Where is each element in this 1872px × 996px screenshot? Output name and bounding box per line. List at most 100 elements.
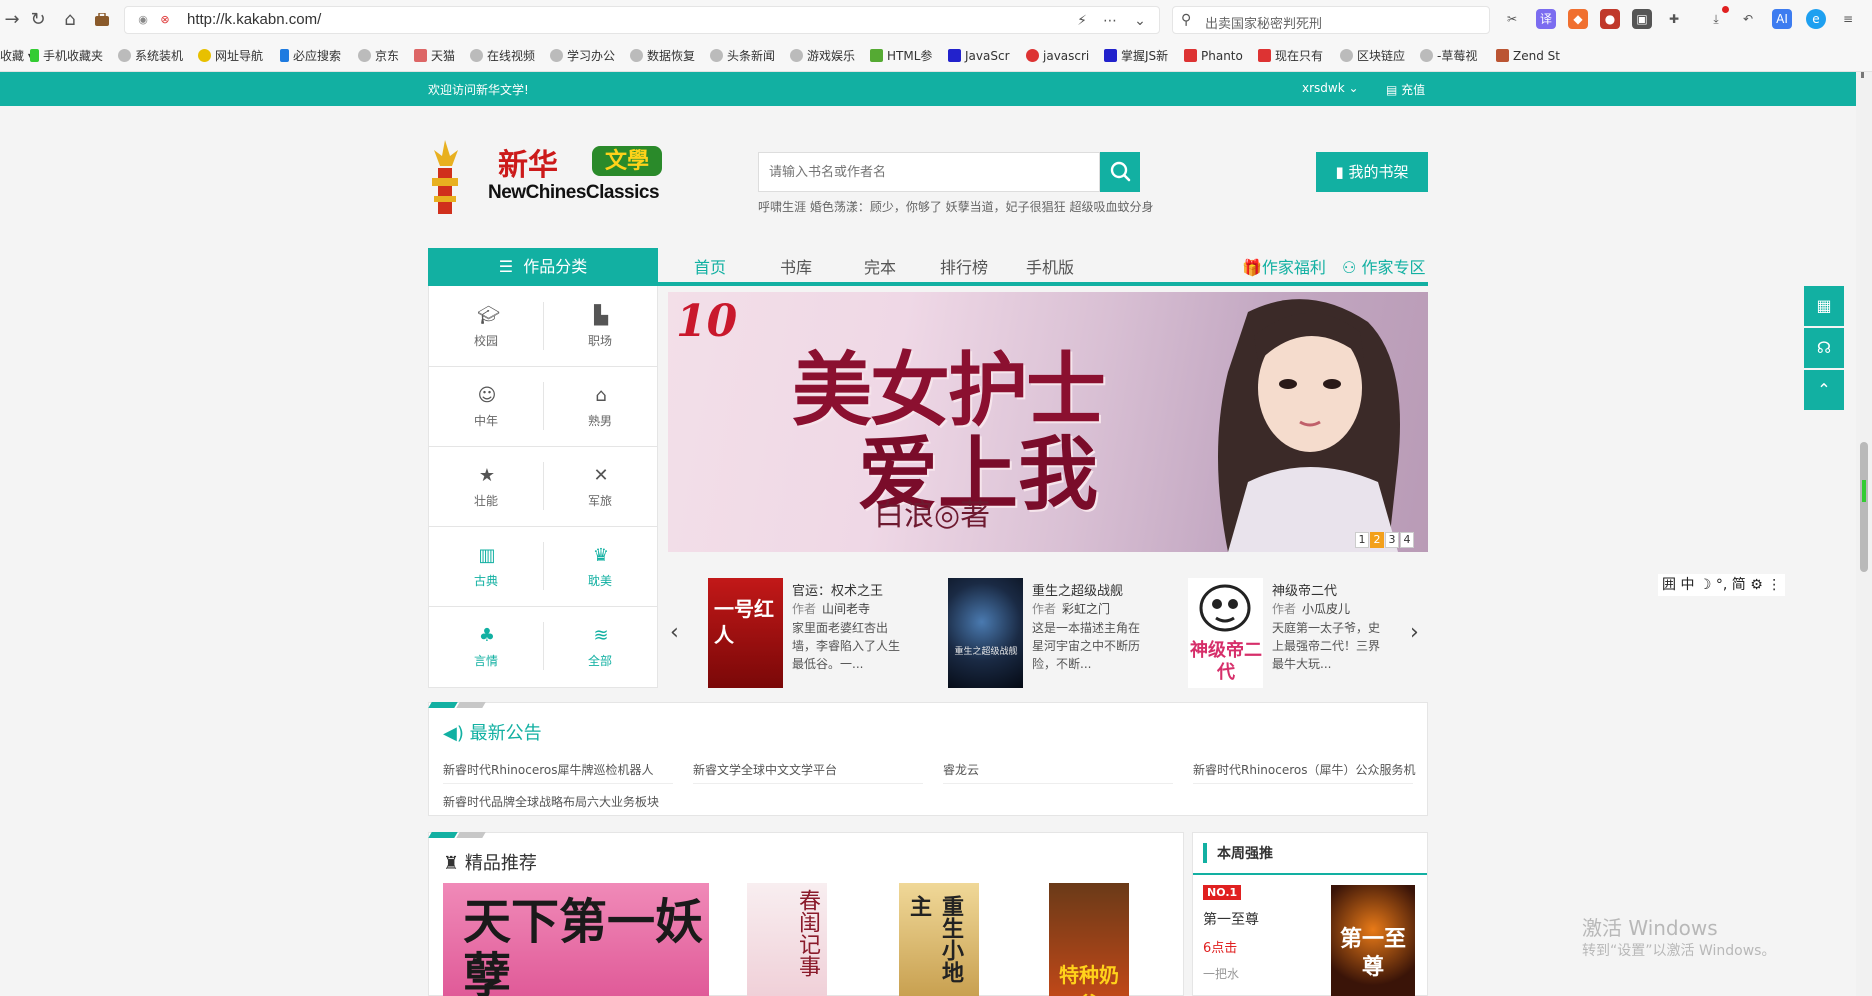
bookmark-item[interactable]: javascri: [1026, 47, 1089, 65]
hot-search-words[interactable]: 呼啸生涯 婚色荡漾：顾少，你够了 妖孽当道，妃子很猖狂 超级吸血蚊分身: [758, 198, 1153, 215]
scroll-thumb[interactable]: [1860, 442, 1868, 572]
url-text[interactable]: http://k.kakabn.com/: [187, 11, 321, 28]
category-bl[interactable]: ♛ 耽美: [543, 526, 657, 606]
browser-search-text[interactable]: 出卖国家秘密判死刑: [1205, 13, 1322, 32]
notice-link[interactable]: 新睿时代Rhinoceros（犀牛）公众服务机: [1193, 761, 1415, 778]
book-cover[interactable]: 神级帝二代: [1188, 578, 1263, 688]
my-bookshelf-button[interactable]: ▮ 我的书架: [1316, 152, 1428, 192]
puzzle-icon[interactable]: ✚: [1664, 9, 1684, 29]
pocket-icon[interactable]: ▣: [1632, 9, 1652, 29]
book-cover-large[interactable]: 天下第一妖孽: [443, 883, 709, 996]
nav-library[interactable]: 书库: [780, 254, 812, 278]
category-header[interactable]: ☰ 作品分类: [428, 248, 658, 286]
featured-prev-arrow[interactable]: ‹: [670, 620, 679, 645]
category-romance[interactable]: ♣ 言情: [429, 606, 543, 686]
lightning-icon[interactable]: ⚡: [1071, 10, 1093, 32]
bookmark-item[interactable]: -草莓视: [1420, 47, 1477, 65]
category-middle-age[interactable]: ☺ 中年: [429, 366, 543, 446]
address-bar[interactable]: ◉ ⊗ http://k.kakabn.com/ ⚡ ⋯ ⌄: [124, 6, 1160, 34]
bookmark-item[interactable]: 现在只有: [1258, 47, 1323, 65]
category-workplace[interactable]: ▙ 职场: [543, 286, 657, 366]
notice-link[interactable]: 新睿文学全球中文文学平台: [693, 761, 837, 778]
bookmark-item[interactable]: JavaScr: [948, 47, 1010, 65]
nav-author-zone[interactable]: ⚇ 作家专区: [1342, 254, 1425, 278]
banner-page-3[interactable]: 3: [1385, 532, 1399, 548]
banner-carousel[interactable]: 10 美女护士 爱上我 白浪◎著: [668, 292, 1428, 552]
bookmark-item[interactable]: 天猫: [414, 47, 455, 65]
notice-link[interactable]: 睿龙云: [943, 761, 979, 778]
back-icon[interactable]: →: [0, 8, 24, 32]
bookmark-item[interactable]: 学习办公: [550, 47, 615, 65]
featured-book[interactable]: 一号红人 官运：权术之王 作者 山间老寺 家里面老婆红杏出墙，李睿陷入了人生最低谷…: [708, 578, 928, 688]
featured-next-arrow[interactable]: ›: [1410, 620, 1419, 645]
book-cover[interactable]: 一号红人: [708, 578, 783, 688]
translate-icon[interactable]: 译: [1536, 9, 1556, 29]
customer-service-button[interactable]: ☊: [1804, 328, 1844, 368]
book-cover[interactable]: 重生小地主: [899, 883, 979, 996]
search-field[interactable]: [759, 153, 1099, 191]
user-menu[interactable]: xrsdwk ⌄: [1302, 81, 1359, 95]
edge-icon[interactable]: e: [1806, 9, 1826, 29]
back-to-top-button[interactable]: ⌃: [1804, 370, 1844, 410]
qr-code-button[interactable]: ▦: [1804, 286, 1844, 326]
insecure-icon[interactable]: ⊗: [157, 12, 173, 28]
featured-title[interactable]: 重生之超级战舰: [1032, 580, 1123, 599]
page-scrollbar[interactable]: [1856, 72, 1872, 996]
book-cover[interactable]: 特种奶爸: [1049, 883, 1129, 996]
notice-link[interactable]: 新睿时代Rhinoceros犀牛牌巡检机器人: [443, 761, 653, 778]
site-logo[interactable]: 新华 文學 NewChinesClassics: [428, 138, 672, 218]
reload-icon[interactable]: ↻: [26, 8, 50, 32]
nav-completed[interactable]: 完本: [864, 254, 896, 278]
bookmark-item[interactable]: 网址导航: [198, 47, 263, 65]
featured-title[interactable]: 神级帝二代: [1272, 580, 1337, 599]
adblock-icon[interactable]: ●: [1600, 9, 1620, 29]
nav-home[interactable]: 首页: [694, 254, 726, 278]
undo-icon[interactable]: ↶: [1738, 9, 1758, 29]
banner-page-4[interactable]: 4: [1400, 532, 1414, 548]
bookmark-item[interactable]: HTML参: [870, 47, 932, 65]
ai-icon[interactable]: AI: [1772, 9, 1792, 29]
book-cover[interactable]: 重生之超级战舰: [948, 578, 1023, 688]
category-military[interactable]: ✕ 军旅: [543, 446, 657, 526]
bookmark-item[interactable]: 游戏娱乐: [790, 47, 855, 65]
bookmark-item[interactable]: 必应搜索: [280, 47, 341, 65]
category-all[interactable]: ≋ 全部: [543, 606, 657, 686]
category-strong[interactable]: ★ 壮能: [429, 446, 543, 526]
bookmark-item[interactable]: Zend St: [1496, 47, 1560, 65]
home-icon[interactable]: ⌂: [58, 8, 82, 32]
nav-ranking[interactable]: 排行榜: [940, 254, 988, 278]
search-input[interactable]: [758, 152, 1100, 192]
chevron-down-icon[interactable]: ⌄: [1129, 10, 1151, 32]
ime-toolbar[interactable]: 囲 中 ☽ °, 简 ⚙ ⋮: [1658, 574, 1786, 596]
bookmark-item[interactable]: Phanto: [1184, 47, 1243, 65]
featured-book[interactable]: 神级帝二代 神级帝二代 作者 小瓜皮儿 天庭第一太子爷，史上最强帝二代！三界最牛大…: [1188, 578, 1408, 688]
notice-link[interactable]: 新睿时代品牌全球战略布局六大业务板块: [443, 793, 659, 810]
recharge-link[interactable]: ▤ 充值: [1386, 81, 1425, 98]
nav-mobile[interactable]: 手机版: [1026, 254, 1074, 278]
book-cover[interactable]: 第一至尊: [1331, 885, 1415, 996]
browser-search-box[interactable]: ⚲ 出卖国家秘密判死刑: [1172, 6, 1490, 34]
menu-icon[interactable]: ≡: [1838, 9, 1858, 29]
featured-title[interactable]: 官运：权术之王: [792, 580, 883, 599]
banner-page-2[interactable]: 2: [1370, 532, 1384, 548]
banner-page-1[interactable]: 1: [1355, 532, 1369, 548]
more-icon[interactable]: ⋯: [1099, 10, 1121, 32]
bookmark-item[interactable]: 手机收藏夹: [30, 47, 103, 65]
scissors-icon[interactable]: ✂: [1502, 9, 1522, 29]
site-info-icon[interactable]: ◉: [135, 12, 151, 28]
bookmark-item[interactable]: 头条新闻: [710, 47, 775, 65]
weekly-book-title[interactable]: 第一至尊: [1203, 909, 1259, 929]
category-classical[interactable]: ▥ 古典: [429, 526, 543, 606]
category-mature-men[interactable]: ⌂ 熟男: [543, 366, 657, 446]
bookmark-item[interactable]: 在线视频: [470, 47, 535, 65]
bookmark-item[interactable]: 系统装机: [118, 47, 183, 65]
book-cover[interactable]: 春闺记事: [747, 883, 827, 996]
gamepad-icon[interactable]: ◆: [1568, 9, 1588, 29]
featured-book[interactable]: 重生之超级战舰 重生之超级战舰 作者 彩虹之门 这是一本描述主角在星河宇宙之中不断…: [948, 578, 1168, 688]
search-button[interactable]: [1100, 152, 1140, 192]
bookmark-item[interactable]: 收藏 ▾: [0, 47, 34, 65]
bookmark-item[interactable]: 京东: [358, 47, 399, 65]
nav-author-benefits[interactable]: 🎁作家福利: [1242, 254, 1326, 278]
bookmark-item[interactable]: 数据恢复: [630, 47, 695, 65]
bookmark-item[interactable]: 掌握JS新: [1104, 47, 1168, 65]
